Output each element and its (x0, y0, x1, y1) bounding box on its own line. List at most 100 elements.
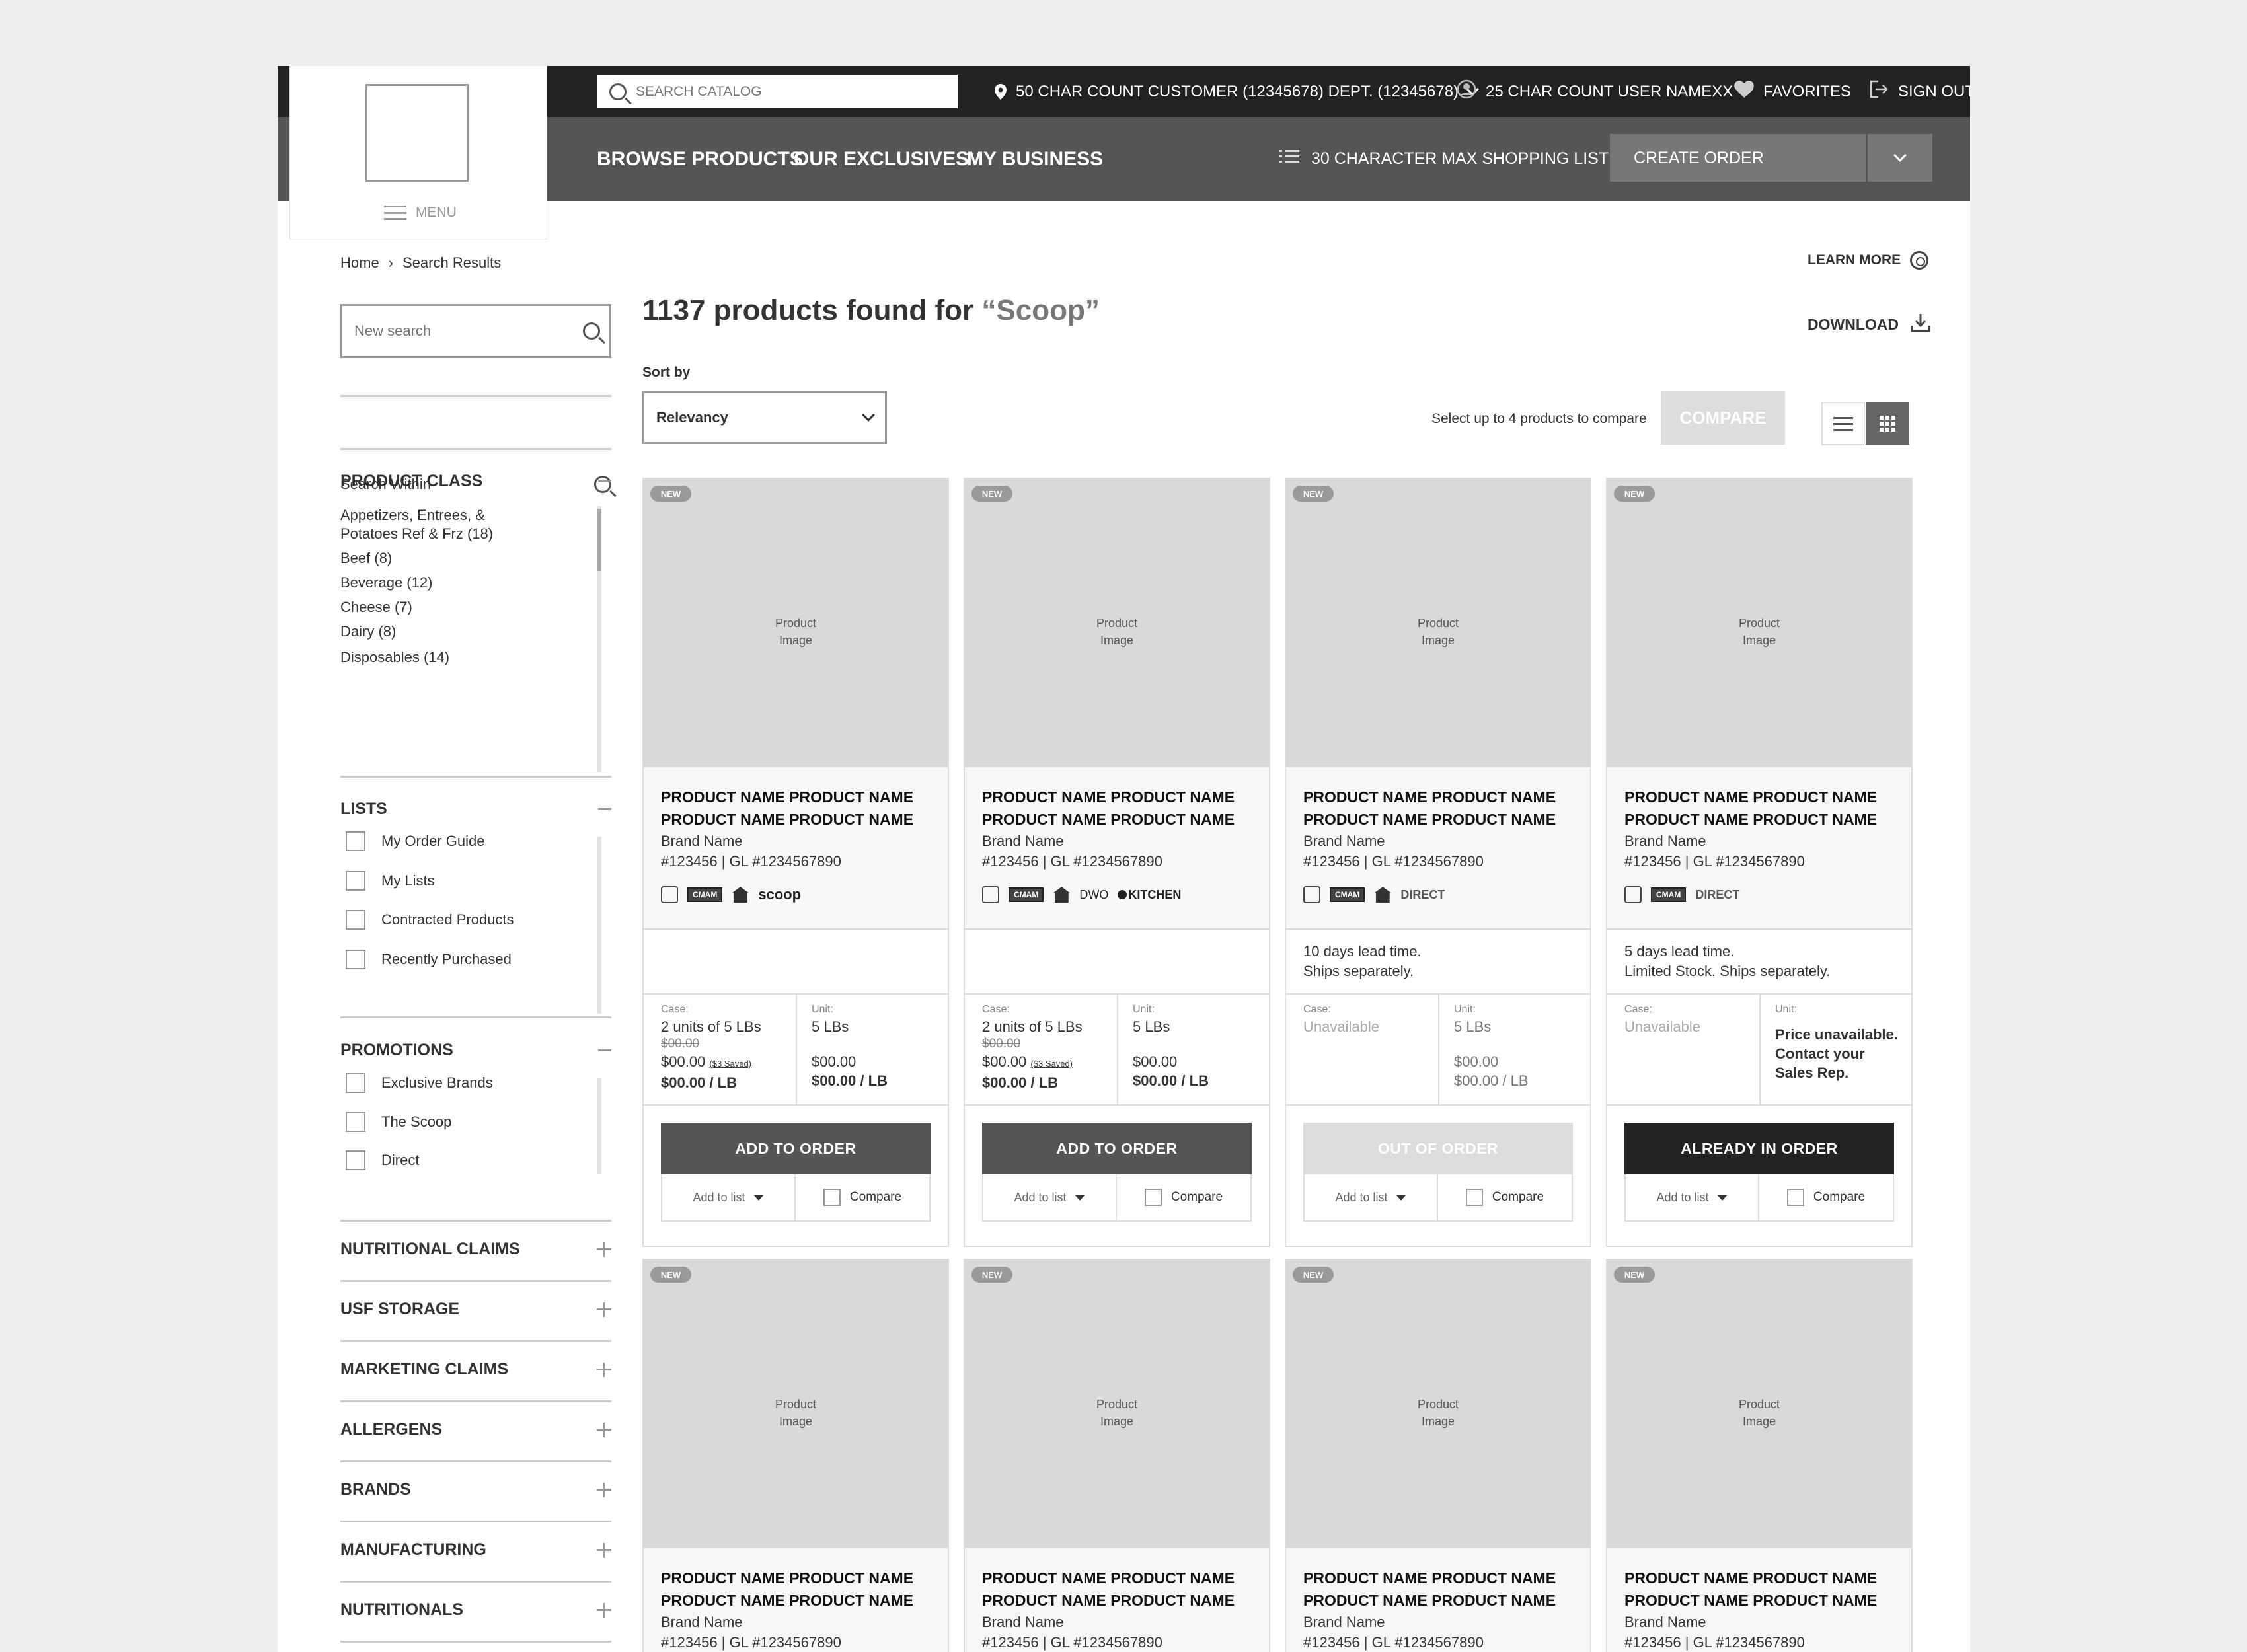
checkbox[interactable] (1465, 1189, 1483, 1206)
product-name[interactable]: PRODUCT NAME PRODUCT NAME (661, 1567, 948, 1589)
product-name[interactable]: PRODUCT NAME PRODUCT NAME (1624, 786, 1911, 808)
expand-icon[interactable] (597, 1422, 611, 1437)
search-icon[interactable] (583, 322, 600, 340)
checkbox[interactable] (346, 831, 365, 851)
checkbox-recently-purchased[interactable]: Recently Purchased (346, 950, 512, 969)
favorites-link[interactable]: FAVORITES (1734, 66, 1851, 117)
product-name[interactable]: PRODUCT NAME PRODUCT NAME (661, 786, 948, 808)
filter-option[interactable]: Dairy (8) (340, 622, 572, 642)
compare-checkbox[interactable]: Compare (1438, 1174, 1572, 1220)
checkbox-exclusive-brands[interactable]: Exclusive Brands (346, 1073, 493, 1093)
collapse-icon[interactable] (598, 480, 611, 482)
download-link[interactable]: DOWNLOAD (1808, 313, 1930, 336)
compare-button[interactable]: COMPARE (1661, 391, 1785, 445)
breadcrumb-home[interactable]: Home (340, 254, 379, 272)
search-icon[interactable] (609, 83, 627, 100)
scrollbar[interactable] (597, 1078, 601, 1174)
filter-lists-header[interactable]: LISTS (340, 800, 611, 819)
filter-option[interactable]: Beef (8) (340, 548, 572, 568)
already-in-order-button[interactable]: ALREADY IN ORDER (1624, 1123, 1894, 1174)
filter-promotions-header[interactable]: PROMOTIONS (340, 1041, 611, 1060)
checkbox-contracted-products[interactable]: Contracted Products (346, 910, 514, 930)
expand-icon[interactable] (597, 1302, 611, 1317)
checkbox[interactable] (346, 950, 365, 969)
filter-option[interactable]: Disposables (14) (340, 648, 572, 667)
product-name[interactable]: PRODUCT NAME PRODUCT NAME (1624, 1589, 1911, 1612)
expand-icon[interactable] (597, 1482, 611, 1497)
filter-option[interactable]: Cheese (7) (340, 597, 572, 617)
filter-nutritional-claims-header[interactable]: NUTRITIONAL CLAIMS (340, 1240, 611, 1259)
compare-checkbox[interactable]: Compare (796, 1174, 929, 1220)
catalog-search-input[interactable] (636, 83, 927, 100)
product-name[interactable]: PRODUCT NAME PRODUCT NAME (982, 808, 1269, 831)
list-view-toggle[interactable] (1821, 402, 1865, 445)
product-image[interactable]: NEW Product Image (1286, 479, 1590, 766)
scrollbar[interactable] (597, 837, 601, 1014)
expand-icon[interactable] (597, 1542, 611, 1558)
new-search-box[interactable] (340, 304, 611, 358)
checkbox-my-order-guide[interactable]: My Order Guide (346, 831, 485, 851)
collapse-icon[interactable] (598, 1049, 611, 1051)
product-image[interactable]: NEW Product Image (965, 479, 1269, 766)
product-name[interactable]: PRODUCT NAME PRODUCT NAME (1624, 1567, 1911, 1589)
filter-product-class-header[interactable]: PRODUCT CLASS (340, 472, 611, 491)
add-to-list-dropdown[interactable]: Add to list (1305, 1174, 1438, 1220)
product-name[interactable]: PRODUCT NAME PRODUCT NAME (1303, 1589, 1590, 1612)
checkbox-my-lists[interactable]: My Lists (346, 871, 435, 891)
add-to-list-dropdown[interactable]: Add to list (1626, 1174, 1759, 1220)
expand-icon[interactable] (597, 1602, 611, 1618)
product-name[interactable]: PRODUCT NAME PRODUCT NAME (982, 786, 1269, 808)
expand-icon[interactable] (597, 1362, 611, 1377)
filter-option[interactable]: Beverage (12) (340, 573, 572, 593)
filter-manufacturing-header[interactable]: MANUFACTURING (340, 1540, 611, 1559)
product-name[interactable]: PRODUCT NAME PRODUCT NAME (1624, 808, 1911, 831)
checkbox[interactable] (346, 871, 365, 891)
checkbox[interactable] (823, 1189, 841, 1206)
add-to-order-button[interactable]: ADD TO ORDER (982, 1123, 1252, 1174)
create-order-dropdown[interactable] (1866, 134, 1932, 182)
product-name[interactable]: PRODUCT NAME PRODUCT NAME (982, 1589, 1269, 1612)
checkbox[interactable] (346, 1112, 365, 1132)
filter-option[interactable]: Appetizers, Entrees, & (340, 506, 572, 525)
product-name[interactable]: PRODUCT NAME PRODUCT NAME (1303, 1567, 1590, 1589)
compare-checkbox[interactable]: Compare (1759, 1174, 1893, 1220)
product-image[interactable]: NEW Product Image (1286, 1260, 1590, 1547)
menu-button[interactable]: MENU (384, 205, 457, 221)
add-to-list-dropdown[interactable]: Add to list (662, 1174, 796, 1220)
learn-more-link[interactable]: LEARN MORE (1808, 251, 1929, 270)
product-image[interactable]: NEW Product Image (965, 1260, 1269, 1547)
nav-my-business[interactable]: MY BUSINESS (967, 117, 1103, 201)
product-image[interactable]: NEW Product Image (644, 479, 948, 766)
scrollbar[interactable] (597, 506, 601, 772)
new-search-input[interactable] (354, 322, 583, 340)
product-name[interactable]: PRODUCT NAME PRODUCT NAME (1303, 808, 1590, 831)
out-of-order-button[interactable]: OUT OF ORDER (1303, 1123, 1573, 1174)
checkbox-direct[interactable]: Direct (346, 1150, 419, 1170)
sort-by-select[interactable]: Relevancy (642, 391, 887, 444)
product-image[interactable]: NEW Product Image (644, 1260, 948, 1547)
user-menu[interactable]: 25 CHAR COUNT USER NAMEXX (1457, 66, 1754, 117)
filter-nutritionals-header[interactable]: NUTRITIONALS (340, 1600, 611, 1620)
customer-selector[interactable]: 50 CHAR COUNT CUSTOMER (12345678) DEPT. … (995, 66, 1479, 117)
checkbox[interactable] (1786, 1189, 1804, 1206)
grid-view-toggle[interactable] (1866, 402, 1909, 445)
filter-marketing-claims-header[interactable]: MARKETING CLAIMS (340, 1360, 611, 1379)
checkbox[interactable] (346, 910, 365, 930)
checkbox[interactable] (346, 1150, 365, 1170)
product-name[interactable]: PRODUCT NAME PRODUCT NAME (661, 1589, 948, 1612)
compare-checkbox[interactable]: Compare (1117, 1174, 1250, 1220)
product-image[interactable]: NEW Product Image (1607, 479, 1911, 766)
product-name[interactable]: PRODUCT NAME PRODUCT NAME (1303, 786, 1590, 808)
checkbox-the-scoop[interactable]: The Scoop (346, 1112, 451, 1132)
collapse-icon[interactable] (598, 808, 611, 810)
nav-our-exclusives[interactable]: OUR EXCLUSIVES (794, 117, 969, 201)
filter-usf-storage-header[interactable]: USF STORAGE (340, 1300, 611, 1319)
add-to-list-dropdown[interactable]: Add to list (983, 1174, 1117, 1220)
shopping-list-selector[interactable]: 30 CHARACTER MAX SHOPPING LIST (1279, 117, 1632, 201)
product-image[interactable]: NEW Product Image (1607, 1260, 1911, 1547)
checkbox[interactable] (346, 1073, 365, 1093)
sign-out-link[interactable]: SIGN OUT (1869, 66, 1970, 117)
product-name[interactable]: PRODUCT NAME PRODUCT NAME (982, 1567, 1269, 1589)
expand-icon[interactable] (597, 1242, 611, 1257)
filter-allergens-header[interactable]: ALLERGENS (340, 1420, 611, 1439)
